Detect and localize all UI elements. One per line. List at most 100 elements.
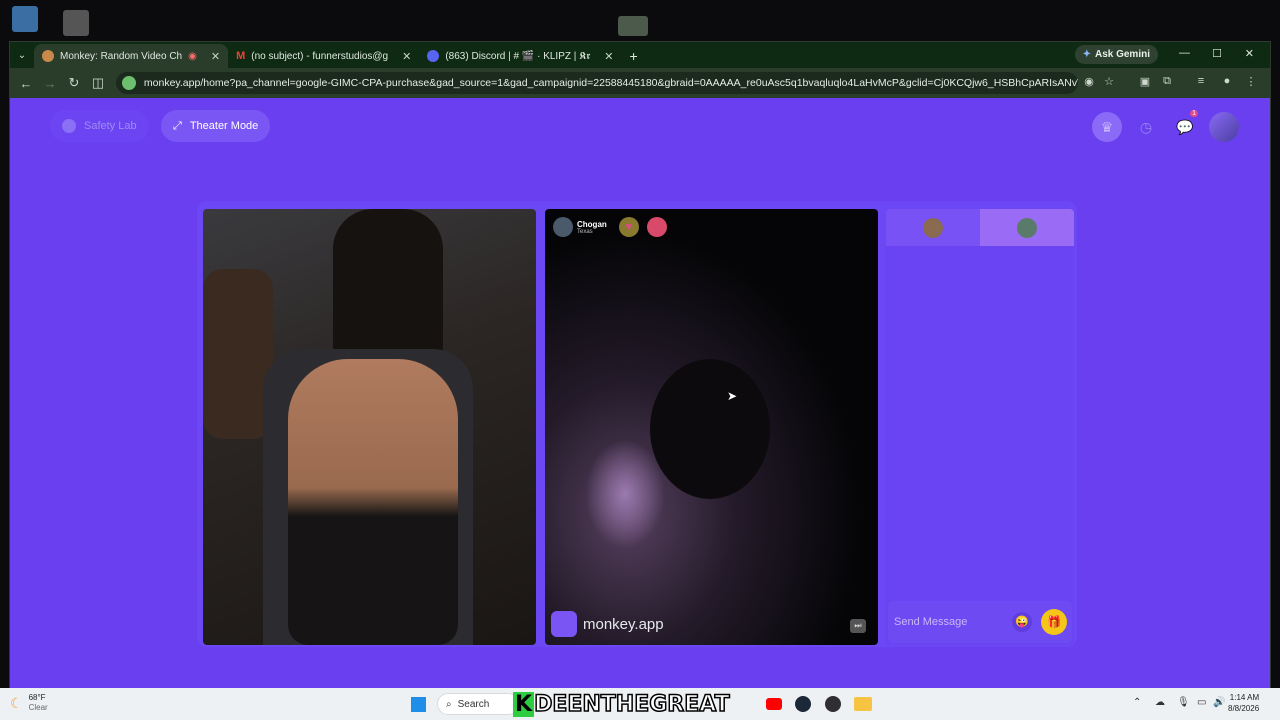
self-video [203,209,536,645]
system-clock[interactable]: 1:14 AM 8/8/2026 [1228,692,1259,714]
recording-icon: ◉ [188,50,197,62]
gemini-sparkle-icon: ✦ [1082,49,1091,60]
windows-taskbar: ☾ 68°F Clear ⌕ Search K DEENTHEGREAT ⌃ ☁… [0,688,1280,720]
split-view-icon[interactable]: ◫ [86,75,110,91]
gift-button[interactable]: 🎁 [1041,609,1067,635]
extensions-puzzle-icon[interactable]: ⧉ [1160,75,1174,89]
onedrive-icon[interactable]: ☁ [1155,697,1165,708]
partner-silhouette-figure [650,359,770,499]
watermark-text: monkey.app [583,615,664,633]
extension-badge-icon[interactable]: ▣ [1138,75,1152,89]
chat-tabs [886,209,1074,246]
shield-icon [62,119,76,133]
streamer-figure [288,359,458,645]
tab-monkey[interactable]: Monkey: Random Video Ch ◉ ✕ [34,44,229,68]
user-avatar[interactable] [1209,112,1239,142]
tab-strip: ⌄ Monkey: Random Video Ch ◉ ✕ M (no subj… [10,42,1270,68]
tab-search-icon[interactable]: ⌄ [10,44,34,68]
site-info-icon[interactable] [122,76,136,90]
menu-kebab-icon[interactable]: ⋮ [1244,75,1258,89]
clock-time: 1:14 AM [1229,693,1260,702]
monkey-favicon-icon [42,50,54,62]
history-clock-icon[interactable]: ◷ [1131,112,1161,142]
gemini-extension-icon[interactable]: ◉ [1082,75,1096,89]
youtube-icon[interactable] [766,698,782,710]
microphone-icon[interactable]: 🎙 [1177,697,1190,708]
partner-video: Chogan Texas ♥ ➤ monkey.app ⏭ [545,209,878,645]
maximize-icon[interactable]: ☐ [1212,47,1222,60]
gmail-favicon-icon: M [236,50,246,62]
theater-mode-label: Theater Mode [189,120,259,132]
report-badge-icon[interactable] [646,217,667,237]
banner-name: DEENTHEGREAT [533,691,730,718]
bookmark-star-icon[interactable]: ☆ [1102,75,1116,89]
volume-icon[interactable]: 🔊 [1213,697,1225,708]
windows-start-icon[interactable] [411,697,426,712]
desktop-shortcut-icon[interactable] [63,10,89,36]
ask-gemini-label: Ask Gemini [1094,49,1150,60]
steam-icon[interactable] [795,696,811,712]
clock-date: 8/8/2026 [1228,704,1260,713]
minimize-icon[interactable]: — [1179,47,1190,59]
partner-chat-avatar [1017,217,1037,238]
tab-gmail[interactable]: M (no subject) - funnerstudios@g ✕ [228,44,419,68]
skip-icon[interactable]: ⏭ [850,619,866,633]
messages-icon[interactable]: 💬 1 [1170,110,1200,142]
video-chat-stage: Chogan Texas ♥ ➤ monkey.app ⏭ Send Messa… [197,201,1077,647]
tab-label: (863) Discord | # 🎬 · KLIPZ | 𝕶𝖗 [445,50,591,62]
emoji-button[interactable]: 😜 [1012,612,1032,632]
chat-tab-partner[interactable] [980,209,1074,246]
weather-desc: Clear [28,703,48,712]
self-avatar [923,217,943,238]
obs-icon[interactable] [825,696,841,712]
network-icon[interactable]: ▭ [1197,697,1206,708]
browser-window: ⌄ Monkey: Random Video Ch ◉ ✕ M (no subj… [9,41,1271,689]
monkey-logo-icon [551,611,577,637]
weather-widget[interactable]: ☾ 68°F Clear [10,693,48,713]
streamer-name-banner: K DEENTHEGREAT [513,690,730,718]
heart-badge-icon[interactable]: ♥ [618,217,639,237]
search-label: Search [457,698,490,710]
reload-icon[interactable]: ↻ [62,75,86,91]
moon-icon: ☾ [10,694,23,711]
cursor-icon: ➤ [727,389,738,403]
new-tab-button[interactable]: + [621,44,645,68]
discord-favicon-icon [427,50,440,62]
message-composer: 😜 🎁 [888,601,1072,643]
search-icon: ⌕ [446,698,452,710]
crown-icon[interactable]: ♛ [1092,112,1122,142]
theater-mode-button[interactable]: ⤢ Theater Mode [161,110,271,142]
ask-gemini-button[interactable]: ✦ Ask Gemini [1074,45,1158,64]
monkey-app-page: Safety Lab ⤢ Theater Mode ♛ ◷ 💬 1 Chogan… [10,98,1270,689]
partner-name: Chogan [577,219,607,229]
weather-temp: 68°F [28,693,46,702]
partner-avatar [553,217,573,237]
taskbar-search[interactable]: ⌕ Search [437,693,519,715]
partner-location: Texas [577,228,593,235]
url-text: monkey.app/home?pa_channel=google-GIMC-C… [143,77,1078,89]
close-tab-icon[interactable]: ✕ [402,50,411,63]
chevron-up-icon[interactable]: ⌃ [1133,697,1141,708]
tab-label: Monkey: Random Video Ch [60,50,183,62]
close-tab-icon[interactable]: ✕ [604,50,613,63]
expand-icon: ⤢ [173,119,182,132]
chat-tab-self[interactable] [886,209,980,246]
desktop-thumbnail-icon[interactable] [618,16,648,36]
message-input[interactable] [894,616,1004,628]
back-icon[interactable]: ← [14,76,38,91]
profile-icon[interactable]: ● [1220,75,1234,89]
chat-panel: 😜 🎁 [886,209,1074,645]
safety-lab-label: Safety Lab [84,120,137,132]
file-explorer-icon[interactable] [854,697,872,711]
recycle-bin-icon[interactable] [12,6,38,32]
address-bar[interactable]: monkey.app/home?pa_channel=google-GIMC-C… [116,72,1078,94]
browser-toolbar: ← → ↻ ◫ monkey.app/home?pa_channel=googl… [10,68,1270,98]
forward-icon[interactable]: → [38,76,62,91]
safety-lab-button[interactable]: Safety Lab [50,110,149,142]
close-tab-icon[interactable]: ✕ [211,50,220,63]
reading-list-icon[interactable]: ≡ [1194,75,1208,89]
notification-badge: 1 [1190,110,1198,117]
banner-k: K [513,691,535,717]
tab-discord[interactable]: (863) Discord | # 🎬 · KLIPZ | 𝕶𝖗 ✕ [419,44,621,68]
close-window-icon[interactable]: ✕ [1245,47,1254,60]
